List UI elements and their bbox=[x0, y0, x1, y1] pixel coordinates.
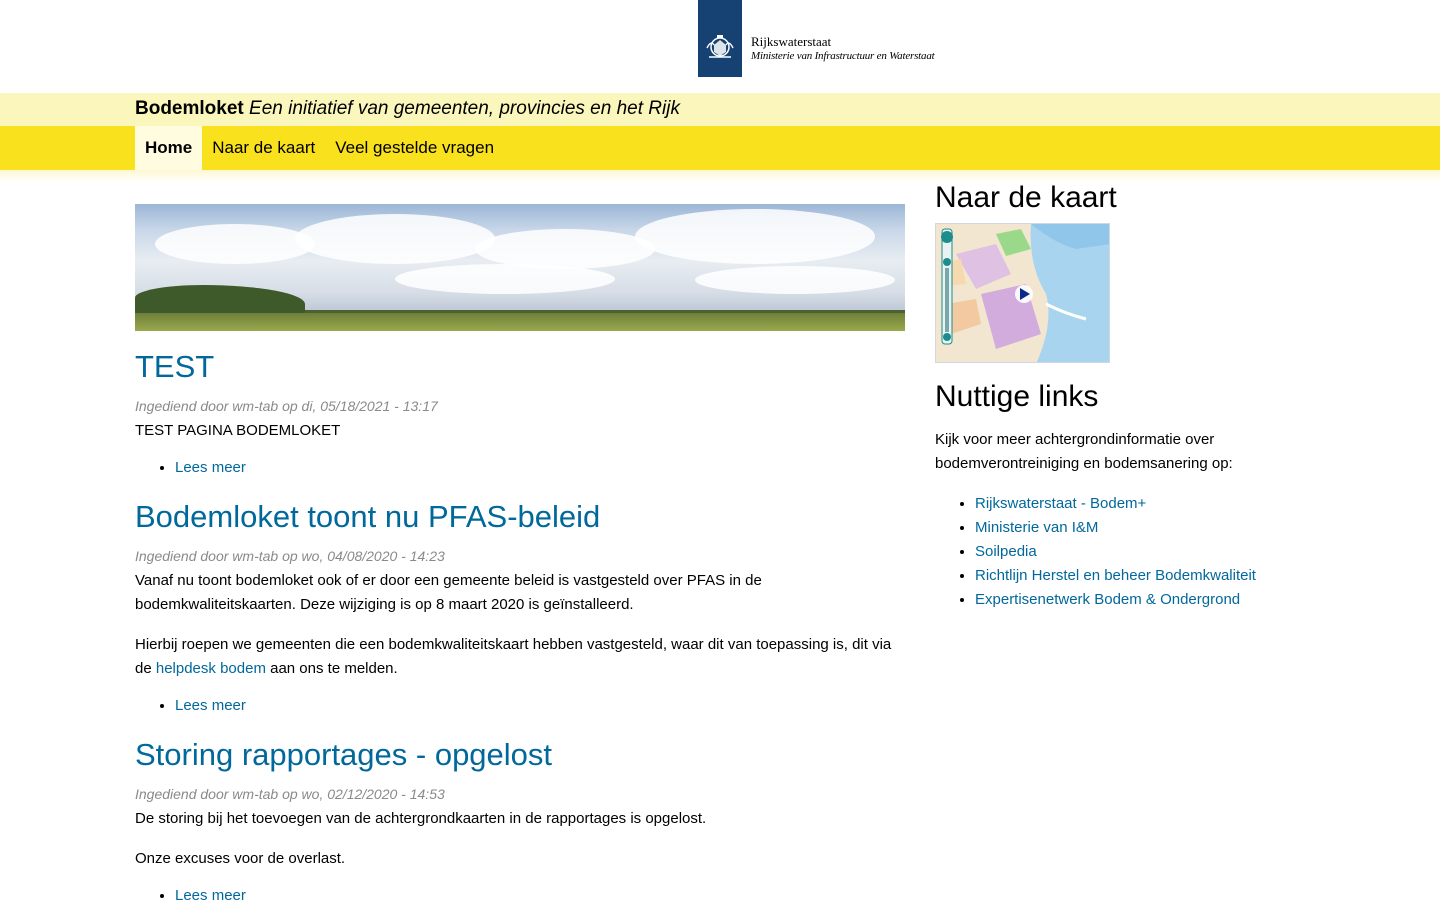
read-more-list: Lees meer bbox=[175, 885, 905, 907]
read-more-link[interactable]: Lees meer bbox=[175, 697, 246, 714]
nav-item-map[interactable]: Naar de kaart bbox=[202, 126, 325, 170]
read-more-list: Lees meer bbox=[175, 695, 905, 717]
map-thumbnail[interactable] bbox=[935, 223, 1110, 363]
article-title[interactable]: TEST bbox=[135, 349, 905, 385]
article-title[interactable]: Bodemloket toont nu PFAS-beleid bbox=[135, 499, 905, 535]
read-more-item: Lees meer bbox=[175, 457, 905, 479]
article-body: De storing bij het toevoegen van de acht… bbox=[135, 807, 905, 871]
coat-of-arms-icon bbox=[706, 35, 734, 58]
article: Bodemloket toont nu PFAS-beleid Ingedien… bbox=[135, 499, 905, 717]
article-body: Vanaf nu toont bodemloket ook of er door… bbox=[135, 569, 905, 681]
article-title[interactable]: Storing rapportages - opgelost bbox=[135, 737, 905, 773]
read-more-item: Lees meer bbox=[175, 695, 905, 717]
article-body: TEST PAGINA BODEMLOKET bbox=[135, 419, 905, 443]
link-ministerie-ienm[interactable]: Ministerie van I&M bbox=[975, 519, 1098, 536]
site-name[interactable]: Bodemloket bbox=[135, 98, 244, 119]
nav-item-faq[interactable]: Veel gestelde vragen bbox=[325, 126, 504, 170]
hero-banner-image bbox=[135, 204, 905, 331]
map-heading: Naar de kaart bbox=[935, 181, 1117, 214]
main-content: TEST Ingediend door wm-tab op di, 05/18/… bbox=[135, 204, 905, 907]
link-rijkswaterstaat-bodem[interactable]: Rijkswaterstaat - Bodem+ bbox=[975, 495, 1146, 512]
list-item: Richtlijn Herstel en beheer Bodemkwalite… bbox=[975, 564, 1305, 588]
article-meta: Ingediend door wm-tab op wo, 04/08/2020 … bbox=[135, 548, 445, 564]
site-header: Rijkswaterstaat Ministerie van Infrastru… bbox=[0, 0, 1440, 93]
article: TEST Ingediend door wm-tab op di, 05/18/… bbox=[135, 349, 905, 479]
article-paragraph: Hierbij roepen we gemeenten die een bode… bbox=[135, 633, 905, 681]
paragraph-text: aan ons te melden. bbox=[265, 660, 398, 677]
helpdesk-bodem-link[interactable]: helpdesk bodem bbox=[156, 660, 266, 677]
site-title: Bodemloket Een initiatief van gemeenten,… bbox=[135, 98, 680, 120]
link-soilpedia[interactable]: Soilpedia bbox=[975, 543, 1037, 560]
site-tagline: Een initiatief van gemeenten, provincies… bbox=[249, 98, 680, 119]
map-preview-image bbox=[936, 224, 1109, 362]
links-intro: Kijk voor meer achtergrondinformatie ove… bbox=[935, 431, 1233, 472]
list-item: Expertisenetwerk Bodem & Ondergrond bbox=[975, 588, 1305, 612]
org-name: Rijkswaterstaat bbox=[751, 34, 832, 49]
org-subtitle: Ministerie van Infrastructuur en Waterst… bbox=[751, 50, 935, 62]
article-paragraph: Vanaf nu toont bodemloket ook of er door… bbox=[135, 572, 762, 613]
list-item: Rijkswaterstaat - Bodem+ bbox=[975, 492, 1305, 516]
rijksoverheid-logo[interactable] bbox=[698, 0, 742, 77]
read-more-item: Lees meer bbox=[175, 885, 905, 907]
nav-list: Home Naar de kaart Veel gestelde vragen bbox=[135, 126, 504, 170]
read-more-link[interactable]: Lees meer bbox=[175, 459, 246, 476]
article: Storing rapportages - opgelost Ingediend… bbox=[135, 737, 905, 907]
link-expertisenetwerk[interactable]: Expertisenetwerk Bodem & Ondergrond bbox=[975, 591, 1240, 608]
article-meta: Ingediend door wm-tab op wo, 02/12/2020 … bbox=[135, 786, 445, 802]
nav-item-home[interactable]: Home bbox=[135, 126, 203, 170]
useful-links-list: Rijkswaterstaat - Bodem+ Ministerie van … bbox=[975, 492, 1305, 612]
article-paragraph: Onze excuses voor de overlast. bbox=[135, 850, 346, 867]
link-richtlijn-herstel[interactable]: Richtlijn Herstel en beheer Bodemkwalite… bbox=[975, 567, 1256, 584]
list-item: Ministerie van I&M bbox=[975, 516, 1305, 540]
sidebar: Naar de kaart Nuttige links Kijk voor me… bbox=[935, 180, 1305, 612]
list-item: Soilpedia bbox=[975, 540, 1305, 564]
read-more-link[interactable]: Lees meer bbox=[175, 887, 246, 904]
logo-text[interactable]: Rijkswaterstaat Ministerie van Infrastru… bbox=[751, 34, 935, 63]
article-paragraph: De storing bij het toevoegen van de acht… bbox=[135, 810, 707, 827]
main-nav: Home Naar de kaart Veel gestelde vragen bbox=[0, 126, 1440, 170]
article-meta: Ingediend door wm-tab op di, 05/18/2021 … bbox=[135, 398, 438, 414]
site-title-bar: Bodemloket Een initiatief van gemeenten,… bbox=[0, 93, 1440, 126]
links-heading: Nuttige links bbox=[935, 380, 1099, 413]
read-more-list: Lees meer bbox=[175, 457, 905, 479]
article-paragraph: TEST PAGINA BODEMLOKET bbox=[135, 422, 341, 439]
